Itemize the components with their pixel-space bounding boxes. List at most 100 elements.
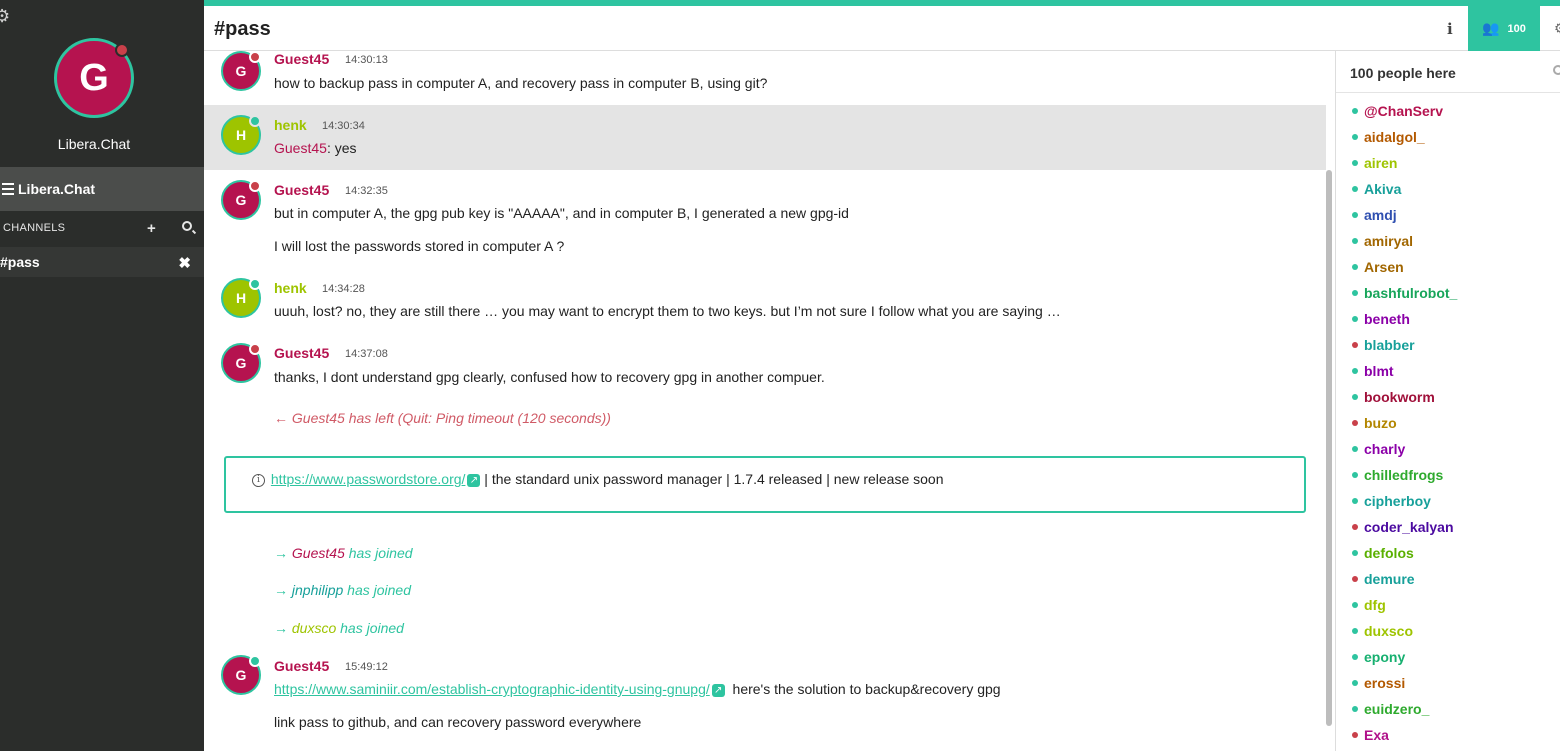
user-status-dot xyxy=(1352,212,1358,218)
userlist-item[interactable]: chilledfrogs xyxy=(1352,467,1444,483)
sidebar-channel-pass[interactable]: #pass ✖ xyxy=(0,247,204,277)
userlist-nick: blmt xyxy=(1364,363,1394,379)
message-time: 14:37:08 xyxy=(345,348,388,360)
userlist-nick: bookworm xyxy=(1364,389,1435,405)
info-circle-icon: i xyxy=(252,473,265,487)
user-avatar[interactable]: H xyxy=(221,278,261,318)
userlist-item[interactable]: euidzero_ xyxy=(1352,701,1429,717)
message-nick[interactable]: Guest45 xyxy=(274,182,329,198)
userlist-item[interactable]: charly xyxy=(1352,441,1406,457)
user-status-dot xyxy=(1352,238,1358,244)
avatar-initial: G xyxy=(235,667,247,683)
message-text-rest: here's the solution to backup&recovery g… xyxy=(724,681,1001,697)
userlist-item[interactable]: duxsco xyxy=(1352,623,1414,639)
userlist-item[interactable]: defolos xyxy=(1352,545,1414,561)
user-status-dot xyxy=(1352,368,1358,374)
external-link-icon[interactable]: ↗ xyxy=(467,473,481,487)
userlist-item[interactable]: @ChanServ xyxy=(1352,103,1443,119)
channel-settings-icon[interactable]: ⚙ xyxy=(1554,20,1560,37)
join-nick[interactable]: jnphilipp xyxy=(292,582,343,598)
userlist-item[interactable]: bashfulrobot_ xyxy=(1352,285,1457,301)
userlist-item[interactable]: amdj xyxy=(1352,207,1397,223)
close-channel-icon[interactable]: ✖ xyxy=(178,254,191,272)
message-nick[interactable]: Guest45 xyxy=(274,658,329,674)
mention-nick[interactable]: Guest45 xyxy=(274,140,327,156)
userlist-item[interactable]: Arsen xyxy=(1352,259,1404,275)
userlist-item[interactable]: Akiva xyxy=(1352,181,1402,197)
quit-arrow: ← xyxy=(274,410,288,426)
userlist-item[interactable]: cipherboy xyxy=(1352,493,1431,509)
message-nick[interactable]: Guest45 xyxy=(274,51,329,67)
message-nick[interactable]: henk xyxy=(274,117,307,133)
users-icon: 👥 xyxy=(1482,20,1500,36)
message-text: Guest45: yes xyxy=(274,140,357,156)
userlist-item[interactable]: aidalgol_ xyxy=(1352,129,1425,145)
channel-info-icon[interactable]: i xyxy=(1447,20,1453,38)
userlist-toggle-button[interactable]: 👥 100 xyxy=(1468,6,1540,51)
user-avatar[interactable]: H xyxy=(221,115,261,155)
join-nick[interactable]: duxsco xyxy=(292,620,336,636)
message-time: 15:49:12 xyxy=(345,661,388,673)
userlist-item[interactable]: buzo xyxy=(1352,415,1397,431)
message-list: G Guest45 14:30:13 how to backup pass in… xyxy=(204,51,1335,751)
userlist-nick: coder_kalyan xyxy=(1364,519,1454,535)
userlist-nick: amdj xyxy=(1364,207,1397,223)
userlist-nick: duxsco xyxy=(1364,623,1414,639)
user-avatar[interactable]: G xyxy=(221,655,261,695)
sidebar-server-item[interactable]: Libera.Chat xyxy=(0,167,204,211)
userlist-nick: epony xyxy=(1364,649,1406,665)
status-dot xyxy=(249,655,261,667)
add-channel-plus-icon[interactable]: + xyxy=(147,220,156,237)
userlist-item[interactable]: blmt xyxy=(1352,363,1394,379)
user-status-dot xyxy=(1352,706,1358,712)
channel-topic: i https://www.passwordstore.org/↗ | the … xyxy=(224,456,1306,513)
join-arrow: → xyxy=(274,582,288,598)
status-dot xyxy=(249,278,261,290)
message-scrollbar[interactable] xyxy=(1326,170,1332,726)
userlist-item[interactable]: beneth xyxy=(1352,311,1410,327)
userlist-nick: Exa xyxy=(1364,727,1389,743)
server-label: Libera.Chat xyxy=(18,181,96,197)
external-link-icon[interactable]: ↗ xyxy=(711,683,725,697)
channel-title: #pass xyxy=(214,18,271,40)
userlist-item[interactable]: bookworm xyxy=(1352,389,1435,405)
user-avatar[interactable]: G xyxy=(221,180,261,220)
user-status-dot xyxy=(1352,732,1358,738)
user-avatar[interactable]: G xyxy=(221,51,261,91)
message-link[interactable]: https://www.saminiir.com/establish-crypt… xyxy=(274,681,710,697)
userlist-nick: erossi xyxy=(1364,675,1406,691)
userlist-item[interactable]: dfg xyxy=(1352,597,1386,613)
user-avatar[interactable]: G xyxy=(221,343,261,383)
userlist-nick: Akiva xyxy=(1364,181,1402,197)
message-item: G Guest45 14:37:08 thanks, I dont unders… xyxy=(204,341,1326,391)
settings-gear-icon[interactable]: ⚙ xyxy=(0,7,10,25)
userlist-item[interactable]: epony xyxy=(1352,649,1406,665)
userlist-item[interactable]: airen xyxy=(1352,155,1397,171)
userlist-nick: charly xyxy=(1364,441,1406,457)
userlist-nick: aidalgol_ xyxy=(1364,129,1425,145)
userlist: 100 people here @ChanServ aidalgol_airen A… xyxy=(1335,51,1560,751)
userlist-nick: amiryal xyxy=(1364,233,1414,249)
user-status-dot xyxy=(1352,420,1358,426)
join-nick[interactable]: Guest45 xyxy=(292,545,345,561)
topic-link[interactable]: https://www.passwordstore.org/ xyxy=(271,471,466,487)
userlist-nick: demure xyxy=(1364,571,1415,587)
message-nick[interactable]: Guest45 xyxy=(274,345,329,361)
userlist-nick: blabber xyxy=(1364,337,1415,353)
server-list-icon xyxy=(2,183,14,195)
userlist-header: 100 people here xyxy=(1336,51,1560,93)
userlist-item[interactable]: Exa xyxy=(1352,727,1389,743)
userlist-item[interactable]: demure xyxy=(1352,571,1415,587)
userlist-search-icon[interactable] xyxy=(1553,65,1560,75)
userlist-item[interactable]: erossi xyxy=(1352,675,1406,691)
quit-event: ← Guest45 has left (Quit: Ping timeout (… xyxy=(274,410,611,426)
userlist-item[interactable]: amiryal xyxy=(1352,233,1414,249)
network-avatar[interactable]: G xyxy=(54,38,134,118)
channel-search-icon[interactable] xyxy=(182,221,192,231)
userlist-item[interactable]: coder_kalyan xyxy=(1352,519,1454,535)
message-text: uuuh, lost? no, they are still there … y… xyxy=(274,303,1061,319)
userlist-item[interactable]: blabber xyxy=(1352,337,1415,353)
userlist-nick: chilledfrogs xyxy=(1364,467,1444,483)
user-status-dot xyxy=(1352,498,1358,504)
message-nick[interactable]: henk xyxy=(274,280,307,296)
